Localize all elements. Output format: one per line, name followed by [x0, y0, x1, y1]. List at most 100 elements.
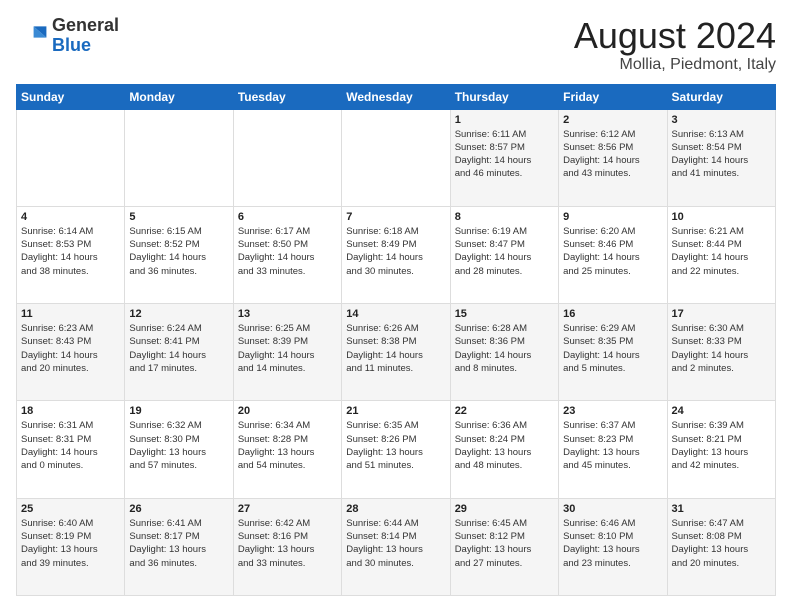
col-friday: Friday: [559, 84, 667, 109]
day-number: 4: [21, 211, 120, 223]
calendar-cell: 17 Sunrise: 6:30 AM Sunset: 8:33 PM Dayli…: [667, 304, 775, 401]
location-subtitle: Mollia, Piedmont, Italy: [574, 56, 776, 74]
calendar-table: Sunday Monday Tuesday Wednesday Thursday…: [16, 84, 776, 596]
day-number: 15: [455, 308, 554, 320]
calendar-cell: 11 Sunrise: 6:23 AM Sunset: 8:43 PM Dayli…: [17, 304, 125, 401]
day-number: 23: [563, 405, 662, 417]
calendar-header-row: Sunday Monday Tuesday Wednesday Thursday…: [17, 84, 776, 109]
day-info: Sunrise: 6:40 AM Sunset: 8:19 PM Dayligh…: [21, 517, 120, 570]
calendar-cell: 31Sunrise: 6:47 AM Sunset: 8:08 PM Dayli…: [667, 498, 775, 595]
calendar-cell: 29Sunrise: 6:45 AM Sunset: 8:12 PM Dayli…: [450, 498, 558, 595]
col-wednesday: Wednesday: [342, 84, 450, 109]
calendar-week-row: 1 Sunrise: 6:11 AM Sunset: 8:57 PM Daylig…: [17, 109, 776, 206]
col-tuesday: Tuesday: [233, 84, 341, 109]
day-number: 1: [455, 114, 554, 126]
calendar-cell: 16Sunrise: 6:29 AM Sunset: 8:35 PM Dayli…: [559, 304, 667, 401]
calendar-cell: 13 Sunrise: 6:25 AM Sunset: 8:39 PM Dayli…: [233, 304, 341, 401]
calendar-cell: 15 Sunrise: 6:28 AM Sunset: 8:36 PM Dayli…: [450, 304, 558, 401]
day-info: Sunrise: 6:19 AM Sunset: 8:47 PM Dayligh…: [455, 225, 554, 278]
header: General Blue August 2024 Mollia, Piedmon…: [16, 16, 776, 74]
day-info: Sunrise: 6:44 AM Sunset: 8:14 PM Dayligh…: [346, 517, 445, 570]
day-number: 19: [129, 405, 228, 417]
day-number: 24: [672, 405, 771, 417]
calendar-week-row: 11 Sunrise: 6:23 AM Sunset: 8:43 PM Dayli…: [17, 304, 776, 401]
calendar-cell: [233, 109, 341, 206]
day-info: Sunrise: 6:18 AM Sunset: 8:49 PM Dayligh…: [346, 225, 445, 278]
day-number: 13: [238, 308, 337, 320]
calendar-cell: 8Sunrise: 6:19 AM Sunset: 8:47 PM Daylig…: [450, 206, 558, 303]
calendar-cell: 5 Sunrise: 6:15 AM Sunset: 8:52 PM Daylig…: [125, 206, 233, 303]
calendar-cell: 24 Sunrise: 6:39 AM Sunset: 8:21 PM Dayli…: [667, 401, 775, 498]
day-info: Sunrise: 6:26 AM Sunset: 8:38 PM Dayligh…: [346, 322, 445, 375]
day-info: Sunrise: 6:25 AM Sunset: 8:39 PM Dayligh…: [238, 322, 337, 375]
calendar-cell: 30 Sunrise: 6:46 AM Sunset: 8:10 PM Dayli…: [559, 498, 667, 595]
day-info: Sunrise: 6:41 AM Sunset: 8:17 PM Dayligh…: [129, 517, 228, 570]
day-info: Sunrise: 6:11 AM Sunset: 8:57 PM Dayligh…: [455, 128, 554, 181]
day-info: Sunrise: 6:24 AM Sunset: 8:41 PM Dayligh…: [129, 322, 228, 375]
calendar-week-row: 18 Sunrise: 6:31 AM Sunset: 8:31 PM Dayli…: [17, 401, 776, 498]
day-number: 7: [346, 211, 445, 223]
day-number: 6: [238, 211, 337, 223]
day-number: 11: [21, 308, 120, 320]
calendar-cell: 21 Sunrise: 6:35 AM Sunset: 8:26 PM Dayli…: [342, 401, 450, 498]
day-info: Sunrise: 6:47 AM Sunset: 8:08 PM Dayligh…: [672, 517, 771, 570]
calendar-week-row: 25 Sunrise: 6:40 AM Sunset: 8:19 PM Dayli…: [17, 498, 776, 595]
day-number: 14: [346, 308, 445, 320]
day-info: Sunrise: 6:15 AM Sunset: 8:52 PM Dayligh…: [129, 225, 228, 278]
calendar-cell: 22 Sunrise: 6:36 AM Sunset: 8:24 PM Dayli…: [450, 401, 558, 498]
day-number: 28: [346, 503, 445, 515]
calendar-cell: 23 Sunrise: 6:37 AM Sunset: 8:23 PM Dayli…: [559, 401, 667, 498]
day-number: 22: [455, 405, 554, 417]
day-info: Sunrise: 6:12 AM Sunset: 8:56 PM Dayligh…: [563, 128, 662, 181]
col-monday: Monday: [125, 84, 233, 109]
day-info: Sunrise: 6:17 AM Sunset: 8:50 PM Dayligh…: [238, 225, 337, 278]
calendar-cell: 10 Sunrise: 6:21 AM Sunset: 8:44 PM Dayli…: [667, 206, 775, 303]
day-number: 3: [672, 114, 771, 126]
day-info: Sunrise: 6:29 AM Sunset: 8:35 PM Dayligh…: [563, 322, 662, 375]
calendar-cell: [342, 109, 450, 206]
day-info: Sunrise: 6:39 AM Sunset: 8:21 PM Dayligh…: [672, 419, 771, 472]
day-number: 17: [672, 308, 771, 320]
calendar-cell: 19Sunrise: 6:32 AM Sunset: 8:30 PM Dayli…: [125, 401, 233, 498]
day-info: Sunrise: 6:28 AM Sunset: 8:36 PM Dayligh…: [455, 322, 554, 375]
calendar-cell: 28 Sunrise: 6:44 AM Sunset: 8:14 PM Dayli…: [342, 498, 450, 595]
calendar-cell: 2Sunrise: 6:12 AM Sunset: 8:56 PM Daylig…: [559, 109, 667, 206]
page: General Blue August 2024 Mollia, Piedmon…: [0, 0, 792, 612]
month-title: August 2024: [574, 16, 776, 56]
day-number: 10: [672, 211, 771, 223]
day-info: Sunrise: 6:31 AM Sunset: 8:31 PM Dayligh…: [21, 419, 120, 472]
calendar-cell: 12Sunrise: 6:24 AM Sunset: 8:41 PM Dayli…: [125, 304, 233, 401]
day-number: 21: [346, 405, 445, 417]
calendar-cell: 27 Sunrise: 6:42 AM Sunset: 8:16 PM Dayli…: [233, 498, 341, 595]
day-number: 30: [563, 503, 662, 515]
day-info: Sunrise: 6:36 AM Sunset: 8:24 PM Dayligh…: [455, 419, 554, 472]
calendar-cell: 9Sunrise: 6:20 AM Sunset: 8:46 PM Daylig…: [559, 206, 667, 303]
logo-general: General: [52, 15, 119, 35]
col-sunday: Sunday: [17, 84, 125, 109]
day-number: 5: [129, 211, 228, 223]
calendar-cell: 6 Sunrise: 6:17 AM Sunset: 8:50 PM Daylig…: [233, 206, 341, 303]
day-info: Sunrise: 6:46 AM Sunset: 8:10 PM Dayligh…: [563, 517, 662, 570]
day-info: Sunrise: 6:37 AM Sunset: 8:23 PM Dayligh…: [563, 419, 662, 472]
calendar-cell: 7 Sunrise: 6:18 AM Sunset: 8:49 PM Daylig…: [342, 206, 450, 303]
calendar-cell: 14 Sunrise: 6:26 AM Sunset: 8:38 PM Dayli…: [342, 304, 450, 401]
day-number: 27: [238, 503, 337, 515]
logo-icon: [16, 20, 48, 52]
calendar-cell: 25 Sunrise: 6:40 AM Sunset: 8:19 PM Dayli…: [17, 498, 125, 595]
day-info: Sunrise: 6:35 AM Sunset: 8:26 PM Dayligh…: [346, 419, 445, 472]
logo: General Blue: [16, 16, 119, 56]
day-number: 25: [21, 503, 120, 515]
day-info: Sunrise: 6:23 AM Sunset: 8:43 PM Dayligh…: [21, 322, 120, 375]
calendar-cell: 18 Sunrise: 6:31 AM Sunset: 8:31 PM Dayli…: [17, 401, 125, 498]
day-number: 18: [21, 405, 120, 417]
calendar-cell: [17, 109, 125, 206]
day-info: Sunrise: 6:21 AM Sunset: 8:44 PM Dayligh…: [672, 225, 771, 278]
calendar-cell: 3Sunrise: 6:13 AM Sunset: 8:54 PM Daylig…: [667, 109, 775, 206]
day-info: Sunrise: 6:30 AM Sunset: 8:33 PM Dayligh…: [672, 322, 771, 375]
day-info: Sunrise: 6:45 AM Sunset: 8:12 PM Dayligh…: [455, 517, 554, 570]
day-info: Sunrise: 6:34 AM Sunset: 8:28 PM Dayligh…: [238, 419, 337, 472]
day-info: Sunrise: 6:42 AM Sunset: 8:16 PM Dayligh…: [238, 517, 337, 570]
calendar-week-row: 4 Sunrise: 6:14 AM Sunset: 8:53 PM Daylig…: [17, 206, 776, 303]
day-number: 20: [238, 405, 337, 417]
day-info: Sunrise: 6:14 AM Sunset: 8:53 PM Dayligh…: [21, 225, 120, 278]
